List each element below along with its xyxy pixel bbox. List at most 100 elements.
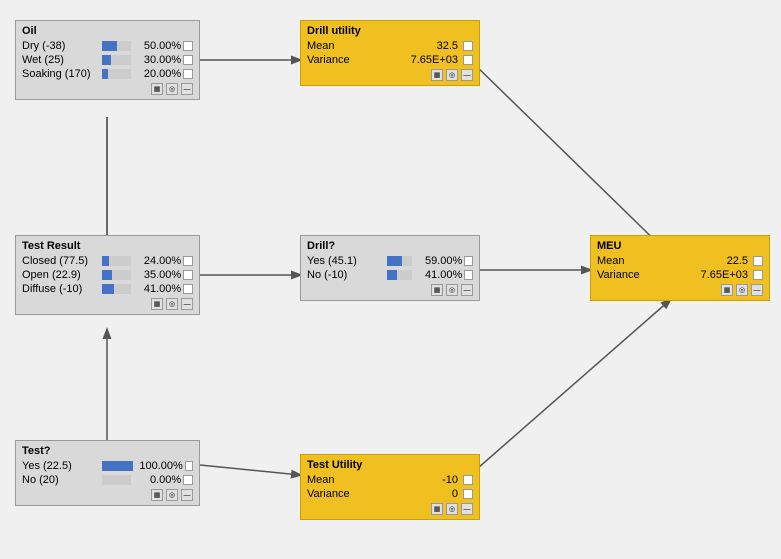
drill-utility-mean-row: Mean 32.5: [307, 40, 473, 52]
oil-pct-dry: 50.00%: [135, 40, 181, 52]
drill-utility-mean-label: Mean: [307, 40, 335, 52]
oil-pct-soaking: 20.00%: [135, 68, 181, 80]
drill-icon-grid[interactable]: ▦: [431, 284, 443, 296]
drill-title: Drill?: [307, 240, 473, 252]
oil-bar-soaking: [102, 69, 131, 79]
tr-box-closed: [183, 256, 193, 266]
oil-bar-wet: [102, 55, 131, 65]
tr-icon-minus[interactable]: —: [181, 298, 193, 310]
test-utility-var-label: Variance: [307, 488, 350, 500]
drill-label-yes: Yes (45.1): [307, 255, 387, 267]
oil-footer: ▦ ◎ —: [22, 83, 193, 95]
tr-pct-open: 35.00%: [135, 269, 181, 281]
meu-mean-row: Mean 22.5: [597, 255, 763, 267]
drill-utility-mean-val: 32.5: [437, 40, 473, 52]
tr-footer: ▦ ◎ —: [22, 298, 193, 310]
test-box-yes: [185, 461, 193, 471]
drill-icon-circle[interactable]: ◎: [446, 284, 458, 296]
drill-pct-no: 41.00%: [416, 269, 462, 281]
test-utility-icon-grid[interactable]: ▦: [431, 503, 443, 515]
test-row-yes: Yes (22.5) 100.00%: [22, 460, 193, 472]
oil-node-title: Oil: [22, 25, 193, 37]
drill-label-no: No (-10): [307, 269, 387, 281]
meu-node: MEU Mean 22.5 Variance 7.65E+03 ▦ ◎ —: [590, 235, 770, 301]
drill-utility-footer: ▦ ◎ —: [307, 69, 473, 81]
oil-box-wet: [183, 55, 193, 65]
test-title: Test?: [22, 445, 193, 457]
oil-row-wet: Wet (25) 30.00%: [22, 54, 193, 66]
test-bar-no: [102, 475, 131, 485]
test-label-yes: Yes (22.5): [22, 460, 102, 472]
test-utility-title: Test Utility: [307, 459, 473, 471]
drill-utility-var-val: 7.65E+03: [411, 54, 473, 66]
oil-pct-wet: 30.00%: [135, 54, 181, 66]
tr-row-closed: Closed (77.5) 24.00%: [22, 255, 193, 267]
drill-utility-mean-box: [463, 41, 473, 51]
oil-icon-grid[interactable]: ▦: [151, 83, 163, 95]
drill-box-yes: [464, 256, 473, 266]
test-icon-minus[interactable]: —: [181, 489, 193, 501]
drill-utility-title: Drill utility: [307, 25, 473, 37]
oil-icon-circle[interactable]: ◎: [166, 83, 178, 95]
meu-icon-circle[interactable]: ◎: [736, 284, 748, 296]
meu-mean-box: [753, 256, 763, 266]
oil-icon-minus[interactable]: —: [181, 83, 193, 95]
tr-row-diffuse: Diffuse (-10) 41.00%: [22, 283, 193, 295]
oil-node: Oil Dry (-38) 50.00% Wet (25) 30.00% Soa…: [15, 20, 200, 100]
drill-utility-var-box: [463, 55, 473, 65]
drill-utility-icon-circle[interactable]: ◎: [446, 69, 458, 81]
tr-pct-diffuse: 41.00%: [135, 283, 181, 295]
oil-row-soaking: Soaking (170) 20.00%: [22, 68, 193, 80]
tr-icon-circle[interactable]: ◎: [166, 298, 178, 310]
drill-utility-node: Drill utility Mean 32.5 Variance 7.65E+0…: [300, 20, 480, 86]
oil-box-dry: [183, 41, 193, 51]
drill-box-no: [464, 270, 473, 280]
meu-title: MEU: [597, 240, 763, 252]
meu-var-box: [753, 270, 763, 280]
test-label-no: No (20): [22, 474, 102, 486]
test-box-no: [183, 475, 193, 485]
drill-row-no: No (-10) 41.00%: [307, 269, 473, 281]
test-result-node: Test Result Closed (77.5) 24.00% Open (2…: [15, 235, 200, 315]
drill-pct-yes: 59.00%: [416, 255, 462, 267]
test-icon-circle[interactable]: ◎: [166, 489, 178, 501]
oil-label-wet: Wet (25): [22, 54, 102, 66]
drill-bar-yes: [387, 256, 412, 266]
test-node: Test? Yes (22.5) 100.00% No (20) 0.00% ▦…: [15, 440, 200, 506]
meu-icon-grid[interactable]: ▦: [721, 284, 733, 296]
test-utility-icon-minus[interactable]: —: [461, 503, 473, 515]
oil-bar-dry: [102, 41, 131, 51]
test-utility-footer: ▦ ◎ —: [307, 503, 473, 515]
test-result-title: Test Result: [22, 240, 193, 252]
meu-var-row: Variance 7.65E+03: [597, 269, 763, 281]
drill-node: Drill? Yes (45.1) 59.00% No (-10) 41.00%…: [300, 235, 480, 301]
drill-row-yes: Yes (45.1) 59.00%: [307, 255, 473, 267]
test-utility-mean-label: Mean: [307, 474, 335, 486]
test-utility-icon-circle[interactable]: ◎: [446, 503, 458, 515]
tr-pct-closed: 24.00%: [135, 255, 181, 267]
meu-mean-val: 22.5: [727, 255, 763, 267]
tr-bar-closed: [102, 256, 131, 266]
drill-icon-minus[interactable]: —: [461, 284, 473, 296]
test-icon-grid[interactable]: ▦: [151, 489, 163, 501]
drill-utility-icon-minus[interactable]: —: [461, 69, 473, 81]
meu-icon-minus[interactable]: —: [751, 284, 763, 296]
drill-utility-icon-grid[interactable]: ▦: [431, 69, 443, 81]
tr-icon-grid[interactable]: ▦: [151, 298, 163, 310]
test-utility-node: Test Utility Mean -10 Variance 0 ▦ ◎ —: [300, 454, 480, 520]
tr-box-open: [183, 270, 193, 280]
drill-utility-var-label: Variance: [307, 54, 350, 66]
oil-box-soaking: [183, 69, 193, 79]
test-utility-mean-box: [463, 475, 473, 485]
test-utility-mean-row: Mean -10: [307, 474, 473, 486]
test-row-no: No (20) 0.00%: [22, 474, 193, 486]
drill-footer: ▦ ◎ —: [307, 284, 473, 296]
oil-row-dry: Dry (-38) 50.00%: [22, 40, 193, 52]
test-utility-var-val: 0: [452, 488, 473, 500]
meu-footer: ▦ ◎ —: [597, 284, 763, 296]
tr-bar-open: [102, 270, 131, 280]
decision-diagram-canvas: Oil Dry (-38) 50.00% Wet (25) 30.00% Soa…: [0, 0, 781, 559]
meu-mean-label: Mean: [597, 255, 625, 267]
tr-row-open: Open (22.9) 35.00%: [22, 269, 193, 281]
meu-var-label: Variance: [597, 269, 640, 281]
